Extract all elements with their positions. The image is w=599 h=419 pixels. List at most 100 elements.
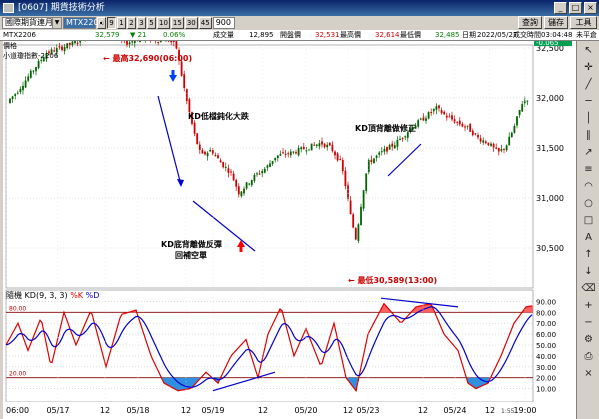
candle-body: [302, 146, 305, 150]
candle-body: [336, 153, 339, 161]
candle-body: [362, 190, 365, 209]
candle-body: [279, 154, 282, 156]
contract-selector-value: 國際期貨連月: [5, 18, 53, 27]
candle-body: [29, 70, 32, 78]
candle-body: [37, 60, 40, 69]
eraser-icon[interactable]: ⌫: [581, 281, 596, 296]
fibonacci-tool-icon[interactable]: ≡: [581, 162, 596, 177]
candle-body: [430, 112, 433, 114]
candle-body: [393, 145, 396, 149]
quote-change: ▼ 21: [130, 31, 147, 39]
query-button[interactable]: 查詢: [518, 16, 542, 29]
close-icon[interactable]: ×: [584, 2, 597, 14]
candle-body: [206, 152, 209, 157]
crosshair-icon[interactable]: ✛: [581, 60, 596, 75]
candle-body: [474, 133, 477, 135]
x-tick-label: 05/24: [443, 406, 466, 415]
candle-body: [258, 173, 261, 175]
ray-tool-icon[interactable]: ↗: [581, 145, 596, 160]
candle-body: [482, 140, 485, 143]
symbol-selector-value: MTX2206: [66, 18, 104, 27]
kd-panel-label: 隨機 KD(9, 3, 3) %K %D: [6, 291, 99, 301]
zoom-in-icon[interactable]: +: [581, 298, 596, 313]
candle-body: [349, 200, 352, 215]
candle-body: [521, 104, 524, 112]
candle-body: [214, 155, 217, 157]
candle-body: [391, 143, 394, 147]
d-legend: %D: [85, 291, 100, 300]
symbol-selector[interactable]: MTX2206: [63, 17, 104, 29]
candle-body: [282, 152, 284, 154]
interval-button-2[interactable]: 2: [127, 17, 136, 29]
interval-button-active[interactable]: 9: [107, 17, 116, 29]
interval-button-30[interactable]: 30: [184, 17, 198, 29]
sell-arrow-stem: [171, 70, 175, 76]
candle-body: [24, 80, 27, 88]
candle-body: [469, 123, 472, 132]
interval-value-field[interactable]: 900: [212, 17, 235, 29]
arrow-up-tool-icon[interactable]: ↑: [581, 247, 596, 262]
candle-body: [344, 170, 347, 187]
date-value: 2022/05/27: [477, 31, 518, 39]
tools-button[interactable]: 工具: [570, 16, 597, 29]
candle-body: [419, 118, 422, 120]
x-tick-label: 05/20: [294, 406, 317, 415]
arrow-down-tool-icon[interactable]: ↓: [581, 264, 596, 279]
interval-button-1[interactable]: 1: [117, 17, 126, 29]
interval-button-10[interactable]: 10: [157, 17, 170, 29]
contract-selector[interactable]: 國際期貨連月 ▼: [2, 17, 62, 29]
candle-body: [27, 76, 30, 81]
interval-button-45[interactable]: 45: [198, 17, 212, 29]
candle-body: [263, 168, 266, 173]
candle-body: [492, 143, 495, 148]
candle-body: [354, 228, 357, 240]
minimize-icon[interactable]: _: [554, 2, 567, 14]
candle-body: [373, 158, 375, 164]
date-label: 日期: [462, 31, 476, 39]
quote-change-pct: 0.06%: [163, 31, 186, 39]
candle-body: [357, 224, 360, 241]
vline-tool-icon[interactable]: │: [581, 111, 596, 126]
x-tick-label: 12: [100, 406, 110, 415]
interval-button-15[interactable]: 15: [170, 17, 184, 29]
chart-area[interactable]: 32,50032,00031,50031,00030,50032,579-0.0…: [3, 41, 576, 419]
restore-icon[interactable]: □: [569, 2, 582, 14]
candle-body: [360, 206, 362, 225]
candle-body: [453, 119, 456, 123]
text-tool-icon[interactable]: A: [581, 230, 596, 245]
interval-button-3[interactable]: 3: [137, 17, 146, 29]
low-label: 最低價: [400, 31, 421, 39]
candle-body: [448, 116, 451, 118]
time-label: 成交時間: [513, 31, 541, 39]
window-title: [0607] 期貨技術分析: [18, 3, 105, 13]
candle-body: [435, 106, 438, 110]
zoom-out-icon[interactable]: −: [581, 315, 596, 330]
candle-body: [250, 180, 253, 186]
line-tool-icon[interactable]: ╱: [581, 77, 596, 92]
candle-body: [347, 184, 349, 199]
channel-tool-icon[interactable]: ∥: [581, 128, 596, 143]
circle-tool-icon[interactable]: ○: [581, 196, 596, 211]
candle-body: [269, 163, 271, 167]
candle-body: [276, 155, 279, 159]
candle-body: [383, 148, 386, 152]
candle-body: [458, 120, 461, 125]
candle-body: [352, 214, 355, 228]
save-button[interactable]: 儲存: [544, 16, 568, 29]
high-label: 最高價: [340, 31, 361, 39]
candle-body: [365, 173, 368, 192]
kd-title: 隨機 KD(9, 3, 3): [6, 291, 68, 300]
kd-tick-label: 70.00: [536, 320, 556, 328]
cursor-icon[interactable]: ↖: [581, 43, 596, 58]
x-tick-label: 12: [418, 406, 428, 415]
settings-icon[interactable]: ⚙: [581, 332, 596, 347]
candle-body: [445, 115, 448, 118]
arc-tool-icon[interactable]: ◠: [581, 179, 596, 194]
hline-tool-icon[interactable]: ─: [581, 94, 596, 109]
delete-icon[interactable]: ×: [581, 366, 596, 381]
print-icon[interactable]: ⎙: [581, 349, 596, 364]
interval-button-5[interactable]: 5: [147, 17, 156, 29]
x-tick-label: 19:00: [513, 406, 536, 415]
interval-value: 900: [215, 18, 231, 27]
rect-tool-icon[interactable]: □: [581, 213, 596, 228]
